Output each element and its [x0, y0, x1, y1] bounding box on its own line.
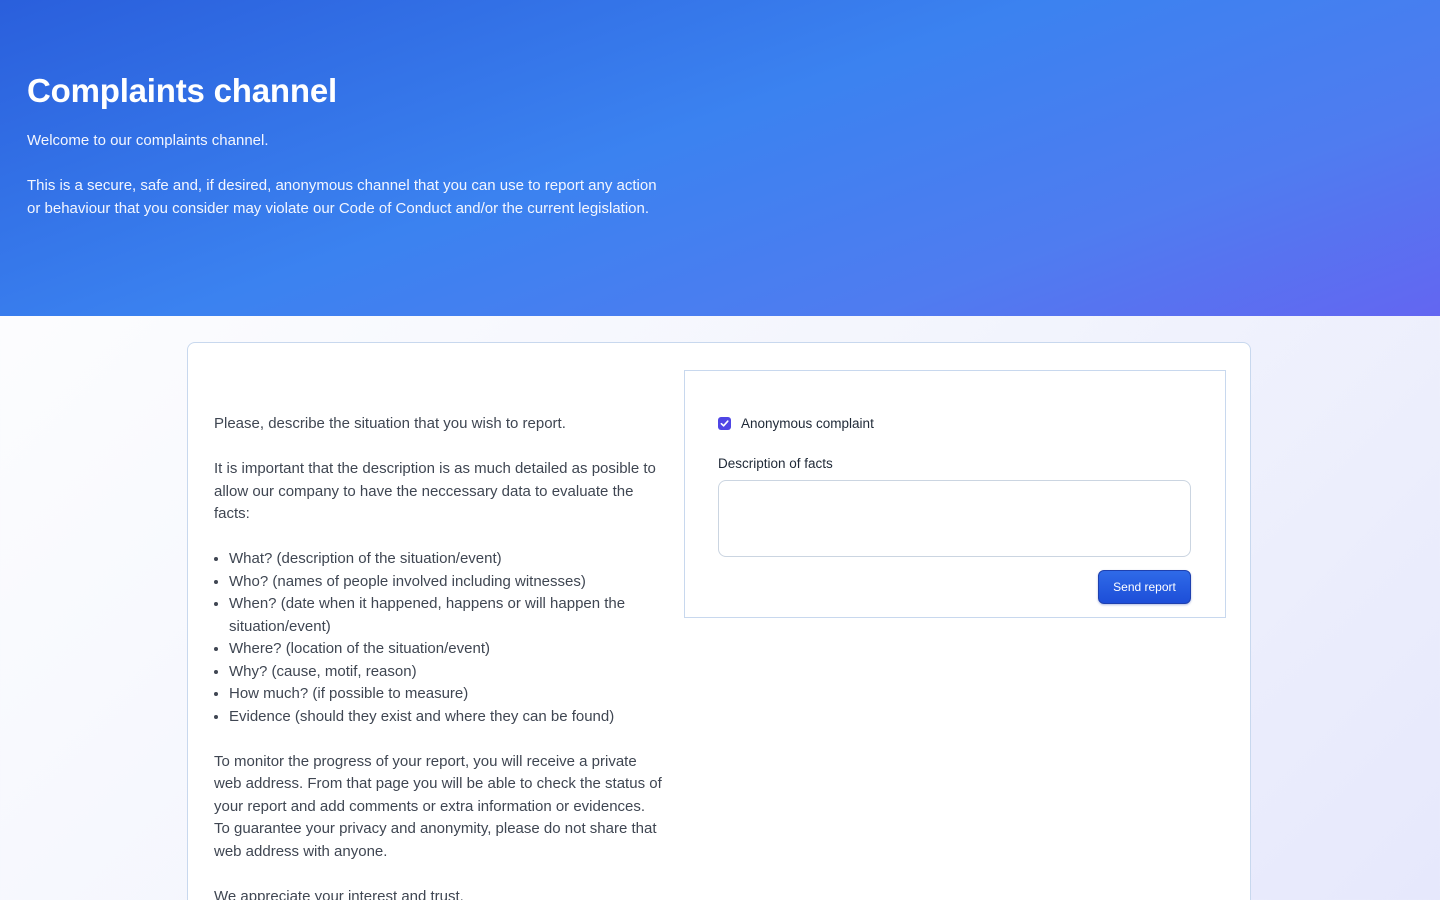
- list-item: Why? (cause, motif, reason): [229, 661, 664, 684]
- header-intro: Welcome to our complaints channel. This …: [27, 130, 667, 243]
- list-item: When? (date when it happened, happens or…: [229, 593, 664, 638]
- monitor-text: To monitor the progress of your report, …: [214, 752, 662, 860]
- report-form: Anonymous complaint Description of facts…: [684, 370, 1226, 618]
- list-item: Who? (names of people involved including…: [229, 571, 664, 594]
- channel-description: This is a secure, safe and, if desired, …: [27, 177, 657, 217]
- send-report-button[interactable]: Send report: [1098, 570, 1191, 604]
- page-title: Complaints channel: [27, 72, 337, 109]
- list-item: Where? (location of the situation/event): [229, 638, 664, 661]
- instructions-panel: Please, describe the situation that you …: [214, 413, 664, 900]
- checkmark-icon: [720, 420, 729, 427]
- instructions-detail: It is important that the description is …: [214, 460, 656, 522]
- list-item: Evidence (should they exist and where th…: [229, 706, 664, 729]
- page-header: Complaints channel Welcome to our compla…: [0, 0, 1440, 316]
- list-item: How much? (if possible to measure): [229, 683, 664, 706]
- description-textarea[interactable]: [718, 480, 1191, 557]
- anonymous-checkbox[interactable]: [718, 417, 731, 430]
- closing-text: We appreciate your interest and trust.: [214, 887, 464, 900]
- anonymous-label: Anonymous complaint: [741, 416, 874, 431]
- report-card: Please, describe the situation that you …: [187, 342, 1251, 900]
- instructions-lead: Please, describe the situation that you …: [214, 415, 566, 432]
- description-label: Description of facts: [718, 456, 833, 471]
- anonymous-toggle[interactable]: Anonymous complaint: [718, 416, 874, 431]
- list-item: What? (description of the situation/even…: [229, 548, 664, 571]
- welcome-text: Welcome to our complaints channel.: [27, 132, 269, 149]
- instructions-list: What? (description of the situation/even…: [214, 548, 664, 728]
